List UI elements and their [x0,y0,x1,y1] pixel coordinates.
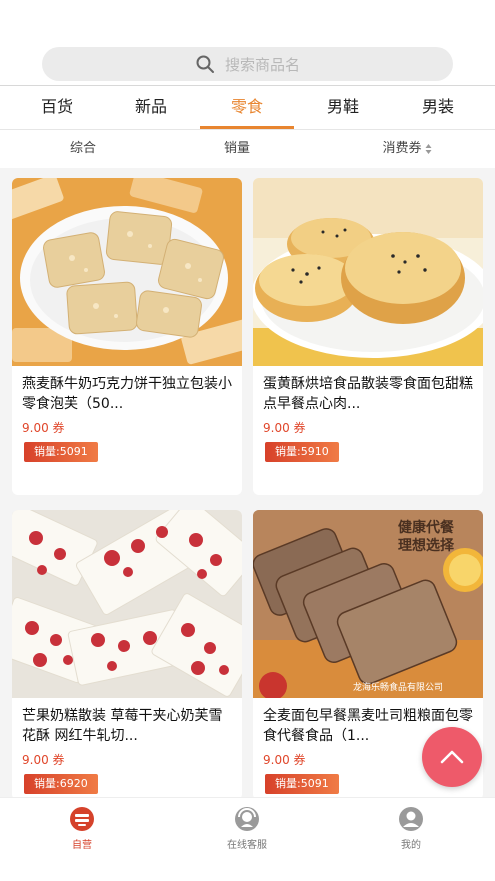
tab-nanzhuang[interactable]: 男装 [422,86,454,130]
sort-arrows-icon [425,144,432,154]
sort-comprehensive[interactable]: 综合 [70,130,96,168]
sort-coupon[interactable]: 消费券 [382,130,432,168]
product-title: 芒果奶糕散装 草莓干夹心奶芙雪花酥 网红牛轧切... [22,708,223,744]
product-image-whole-wheat-bread: 健康代餐 理想选择 龙海乐畅食品有限公司 [253,510,483,698]
image-watermark: 龙海乐畅食品有限公司 [353,681,443,692]
store-icon [70,807,94,831]
product-price: 9.00 券 [263,753,306,767]
product-image-egg-yolk-pastry [253,178,483,366]
nav-label: 我的 [401,840,421,851]
search-bar[interactable]: 搜索商品名 [42,47,453,81]
search-input[interactable]: 搜索商品名 [225,54,300,75]
nav-customer-service[interactable]: 在线客服 [197,806,297,851]
user-icon [399,807,423,831]
product-card[interactable]: 蛋黄酥烘培食品散装零食面包甜糕点早餐点心肉... 9.00 券 销量:5910 [253,178,483,495]
product-title: 燕麦酥牛奶巧克力饼干独立包装小零食泡芙（50... [22,376,232,412]
nav-label: 自营 [72,840,92,851]
scroll-top-button[interactable] [422,727,482,787]
sort-sales[interactable]: 销量 [224,130,250,168]
product-card[interactable]: 芒果奶糕散装 草莓干夹心奶芙雪花酥 网红牛轧切... 9.00 券 销量:692… [12,510,242,800]
nav-label: 在线客服 [227,840,267,851]
product-price: 9.00 券 [22,753,65,767]
sales-badge: 销量:6920 [24,774,98,794]
sort-label: 销量 [223,141,251,156]
active-tab-indicator [200,126,294,129]
tab-lingshi[interactable]: 零食 [231,86,263,130]
search-icon [196,55,214,73]
sales-badge: 销量:5091 [265,774,339,794]
header: 搜索商品名 [0,0,495,86]
tab-nanxie[interactable]: 男鞋 [327,86,359,130]
product-price: 9.00 券 [263,421,306,435]
sales-badge: 销量:5910 [265,442,339,462]
product-title: 蛋黄酥烘培食品散装零食面包甜糕点早餐点心肉... [263,376,473,412]
nav-self-operated[interactable]: 自营 [32,806,132,851]
nav-mine[interactable]: 我的 [361,806,461,851]
product-price: 9.00 券 [22,421,65,435]
sort-label: 综合 [69,141,97,156]
bottom-nav: 自营 在线客服 我的 [0,797,495,881]
sort-bar: 综合 销量 消费券 [0,130,495,168]
sort-label: 消费券 [382,141,422,156]
image-text-healthy-meal: 健康代餐 [398,519,455,535]
category-tabs: 百货 新品 零食 男鞋 男装 [0,86,495,130]
image-text-ideal-choice: 理想选择 [398,537,455,553]
sales-badge: 销量:5091 [24,442,98,462]
product-card[interactable]: 燕麦酥牛奶巧克力饼干独立包装小零食泡芙（50... 9.00 券 销量:5091 [12,178,242,495]
product-image-oat-crisp [12,178,242,366]
chevron-up-icon [440,750,464,764]
tab-xinpin[interactable]: 新品 [135,86,167,130]
customer-service-icon [235,807,259,831]
tab-baihuo[interactable]: 百货 [41,86,73,130]
product-image-strawberry-nougat [12,510,242,698]
